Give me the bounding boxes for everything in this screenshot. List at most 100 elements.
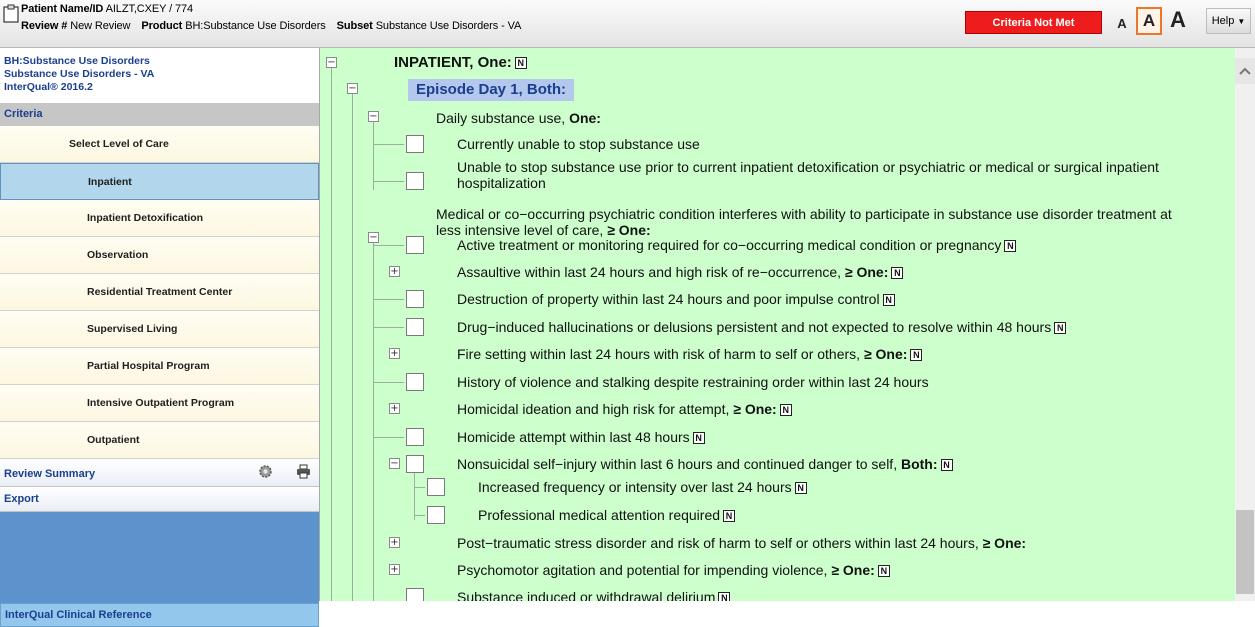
criteria-item-text: Increased frequency or intensity over la… bbox=[478, 479, 807, 495]
criteria-checkbox[interactable] bbox=[427, 506, 445, 524]
criteria-checkbox[interactable] bbox=[406, 290, 424, 308]
criteria-checkbox[interactable] bbox=[406, 135, 424, 153]
expand-toggle-icon[interactable]: + bbox=[389, 564, 400, 575]
note-icon[interactable]: N bbox=[1004, 240, 1017, 252]
criteria-status-button[interactable]: Criteria Not Met bbox=[965, 11, 1102, 34]
note-icon[interactable]: N bbox=[910, 349, 923, 361]
level-observation[interactable]: Observation bbox=[0, 237, 319, 274]
criteria-checkbox[interactable] bbox=[406, 455, 424, 473]
item-label: Nonsuicidal self−injury within last 6 ho… bbox=[457, 456, 901, 472]
tree-connector bbox=[352, 94, 353, 601]
expand-toggle-icon[interactable]: + bbox=[389, 537, 400, 548]
medical-condition-node: Medical or co−occurring psychiatric cond… bbox=[436, 206, 1235, 238]
gear-icon[interactable] bbox=[258, 464, 273, 479]
tree-connector bbox=[374, 437, 404, 438]
criteria-checkbox[interactable] bbox=[406, 172, 424, 190]
review-info: Review # New Review Product BH:Substance… bbox=[21, 20, 521, 32]
help-button[interactable]: Help ▼ bbox=[1206, 8, 1251, 34]
criteria-item-text: Drug−induced hallucinations or delusions… bbox=[457, 319, 1067, 335]
item-operator: ≥ One: bbox=[982, 535, 1027, 551]
printer-icon[interactable] bbox=[296, 464, 311, 479]
item-operator: ≥ One: bbox=[863, 346, 908, 362]
level-intensive-outpatient-program[interactable]: Intensive Outpatient Program bbox=[0, 385, 319, 422]
criteria-checkbox[interactable] bbox=[406, 588, 424, 601]
tree-connector bbox=[414, 470, 415, 520]
criteria-item-text: Psychomotor agitation and potential for … bbox=[457, 562, 890, 578]
criteria-checkbox[interactable] bbox=[406, 318, 424, 336]
item-label: Assaultive within last 24 hours and high… bbox=[457, 264, 845, 280]
level-inpatient-detoxification[interactable]: Inpatient Detoxification bbox=[0, 200, 319, 237]
expand-toggle-icon[interactable]: + bbox=[389, 266, 400, 277]
product-value: BH:Substance Use Disorders bbox=[185, 20, 326, 32]
chevron-up-icon bbox=[1239, 67, 1251, 75]
note-icon[interactable]: N bbox=[877, 565, 890, 577]
item-label: Professional medical attention required bbox=[478, 507, 721, 523]
clinical-reference-link[interactable]: InterQual Clinical Reference bbox=[0, 603, 319, 627]
item-operator: ≥ One: bbox=[844, 264, 889, 280]
collapse-toggle-icon[interactable]: − bbox=[368, 111, 379, 122]
note-icon[interactable]: N bbox=[514, 57, 527, 69]
collapse-toggle-icon[interactable]: − bbox=[368, 232, 379, 243]
criteria-checkbox[interactable] bbox=[427, 478, 445, 496]
level-residential-treatment-center[interactable]: Residential Treatment Center bbox=[0, 274, 319, 311]
criteria-checkbox[interactable] bbox=[406, 236, 424, 254]
item-label: Destruction of property within last 24 h… bbox=[457, 291, 880, 307]
note-icon[interactable]: N bbox=[891, 267, 904, 279]
level-inpatient[interactable]: Inpatient bbox=[0, 163, 319, 200]
review-label: Review # bbox=[21, 20, 68, 32]
criteria-item-text: Destruction of property within last 24 h… bbox=[457, 291, 895, 307]
note-icon[interactable]: N bbox=[1054, 322, 1067, 334]
item-line: Medical or co−occurring psychiatric cond… bbox=[436, 206, 1172, 222]
root-operator: , One: bbox=[469, 54, 512, 71]
expand-toggle-icon[interactable]: + bbox=[389, 348, 400, 359]
tree-connector bbox=[374, 299, 404, 300]
item-label: Post−traumatic stress disorder and risk … bbox=[457, 535, 983, 551]
root-label: INPATIENT bbox=[394, 54, 470, 71]
item-line: hospitalization bbox=[457, 175, 546, 191]
scroll-up-button[interactable] bbox=[1235, 58, 1255, 84]
episode-day-node: Episode Day 1, Both: bbox=[408, 79, 575, 101]
note-icon[interactable]: N bbox=[882, 294, 895, 306]
daily-label: Daily substance use, bbox=[436, 110, 570, 126]
product-info: BH:Substance Use Disorders Substance Use… bbox=[4, 55, 154, 94]
daily-substance-use-node: Daily substance use, One: bbox=[436, 110, 601, 126]
criteria-section-header[interactable]: Criteria bbox=[0, 103, 319, 126]
level-supervised-living[interactable]: Supervised Living bbox=[0, 311, 319, 348]
criteria-item-text: Substance induced or withdrawal delirium… bbox=[457, 589, 731, 601]
criteria-item-text: Professional medical attention required N bbox=[478, 507, 736, 523]
criteria-item-text: Currently unable to stop substance use bbox=[457, 136, 700, 152]
expand-toggle-icon[interactable]: + bbox=[389, 403, 400, 414]
font-size-large-button[interactable]: A bbox=[1165, 5, 1191, 35]
collapse-toggle-icon[interactable]: − bbox=[389, 458, 400, 469]
tree-connector bbox=[374, 382, 404, 383]
tree-connector bbox=[374, 327, 404, 328]
criteria-item-text: Unable to stop substance use prior to cu… bbox=[457, 159, 1159, 191]
item-label: Active treatment or monitoring required … bbox=[457, 237, 1002, 253]
scrollbar-thumb[interactable] bbox=[1236, 510, 1254, 594]
note-icon[interactable]: N bbox=[794, 482, 807, 494]
level-outpatient[interactable]: Outpatient bbox=[0, 422, 319, 459]
criteria-checkbox[interactable] bbox=[406, 373, 424, 391]
level-partial-hospital-program[interactable]: Partial Hospital Program bbox=[0, 348, 319, 385]
criteria-item-text: Homicidal ideation and high risk for att… bbox=[457, 401, 792, 417]
collapse-toggle-icon[interactable]: − bbox=[347, 83, 358, 94]
note-icon[interactable]: N bbox=[692, 432, 705, 444]
note-icon[interactable]: N bbox=[940, 459, 953, 471]
product-name: BH:Substance Use Disorders bbox=[4, 55, 150, 67]
item-label: Homicide attempt within last 48 hours bbox=[457, 429, 690, 445]
vertical-scrollbar[interactable] bbox=[1235, 48, 1255, 601]
sidebar-empty-panel bbox=[0, 512, 319, 603]
collapse-toggle-icon[interactable]: − bbox=[326, 57, 337, 68]
tree-connector bbox=[374, 144, 404, 145]
font-size-medium-button[interactable]: A bbox=[1136, 7, 1162, 35]
item-line: Unable to stop substance use prior to cu… bbox=[457, 159, 1159, 175]
item-label: Fire setting within last 24 hours with r… bbox=[457, 346, 864, 362]
note-icon[interactable]: N bbox=[723, 510, 736, 522]
help-label: Help bbox=[1211, 15, 1235, 27]
note-icon[interactable]: N bbox=[718, 592, 731, 601]
patient-info: Patient Name/ID AILZT,CXEY / 774 bbox=[21, 3, 193, 15]
font-size-small-button[interactable]: A bbox=[1113, 12, 1131, 34]
export-link[interactable]: Export bbox=[0, 488, 319, 512]
note-icon[interactable]: N bbox=[779, 404, 792, 416]
criteria-checkbox[interactable] bbox=[406, 428, 424, 446]
